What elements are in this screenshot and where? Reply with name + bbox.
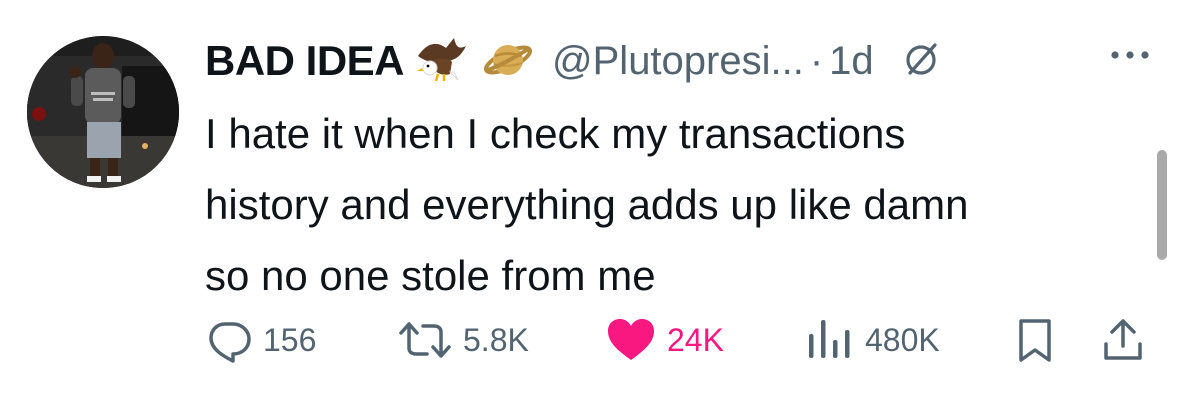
reply-icon <box>209 322 251 363</box>
eagle-emoji-icon <box>414 34 472 89</box>
action-bar: 156 5.8K 24K 480K <box>205 310 1155 370</box>
user-handle[interactable]: @Plutopresi... <box>552 39 804 84</box>
reply-button[interactable]: 156 <box>205 310 316 370</box>
reply-count: 156 <box>263 321 317 358</box>
tweet-header: BAD IDEA @Plutopresi... · 1d <box>205 28 1150 94</box>
tweet-text-line: history and everything adds up like damn <box>205 181 969 228</box>
views-button[interactable]: 480K <box>805 310 940 370</box>
bookmark-button[interactable] <box>1013 310 1057 370</box>
repost-count: 5.8K <box>463 321 529 358</box>
ringed-planet-emoji-icon <box>482 34 534 89</box>
separator-dot: · <box>809 38 824 83</box>
repost-icon <box>399 322 451 358</box>
like-count: 24K <box>667 321 724 358</box>
like-icon <box>608 319 654 360</box>
more-icon[interactable] <box>1110 48 1150 66</box>
share-icon <box>1104 319 1142 360</box>
tweet-text-line: I hate it when I check my transactions <box>205 110 906 157</box>
like-button[interactable]: 24K <box>605 310 724 370</box>
share-button[interactable] <box>1100 310 1146 370</box>
tweet-text: I hate it when I check my transactions h… <box>205 98 1145 311</box>
grok-icon[interactable] <box>904 41 940 82</box>
display-name[interactable]: BAD IDEA <box>205 37 405 85</box>
repost-button[interactable]: 5.8K <box>397 310 529 370</box>
scrollbar[interactable] <box>1157 150 1167 260</box>
avatar[interactable] <box>27 36 179 188</box>
view-count: 480K <box>865 321 940 358</box>
timestamp[interactable]: 1d <box>829 39 874 84</box>
views-icon <box>809 320 850 358</box>
bookmark-icon <box>1019 319 1051 362</box>
tweet-text-line: so no one stole from me <box>205 252 656 299</box>
avatar-image <box>27 36 179 188</box>
